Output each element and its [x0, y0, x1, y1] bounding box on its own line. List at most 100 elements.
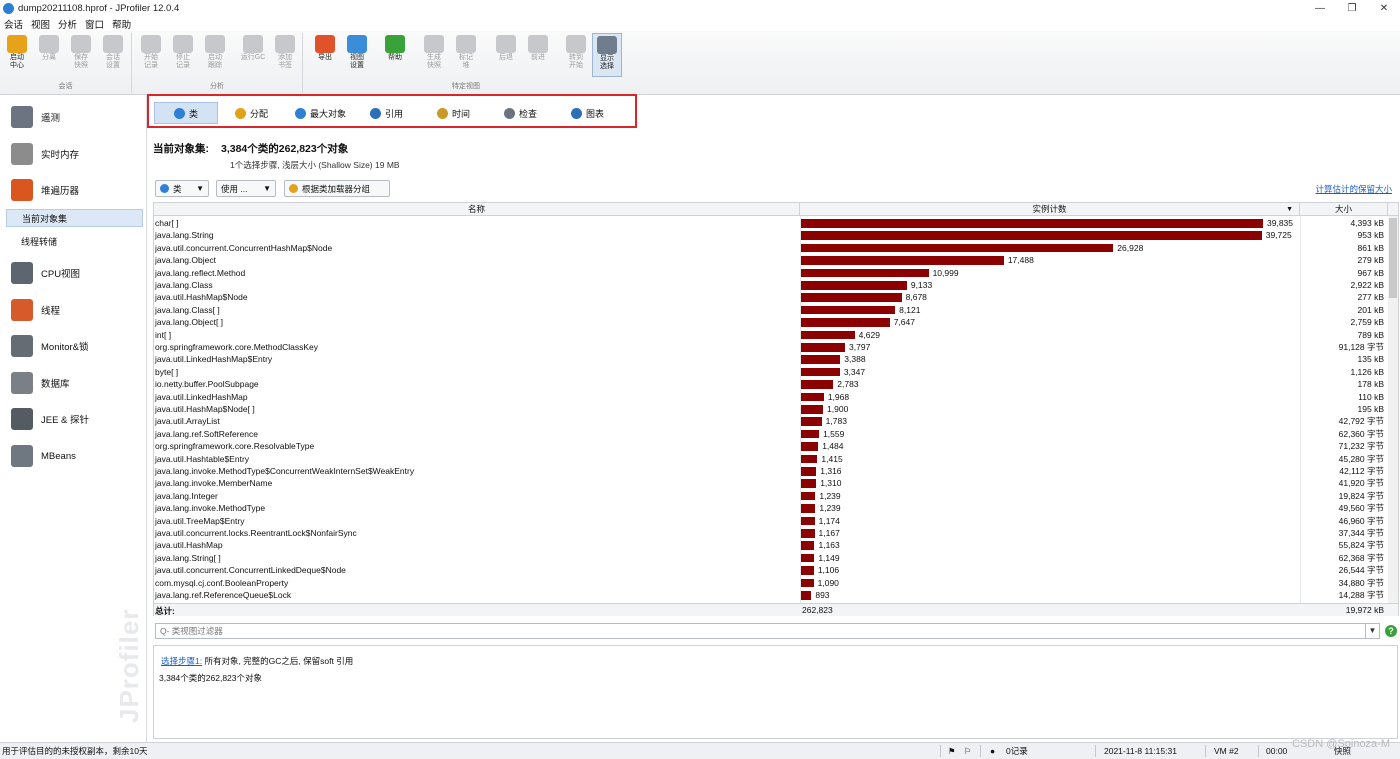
- table-row[interactable]: java.lang.invoke.MethodType 1,239 49,560 字…: [154, 502, 1386, 514]
- close-button[interactable]: ✕: [1368, 0, 1400, 17]
- table-row[interactable]: java.lang.ref.ReferenceQueue$Lock 893 14,2…: [154, 589, 1386, 601]
- add-bookmark-button[interactable]: 添加 书签: [270, 33, 300, 77]
- table-row[interactable]: java.util.HashMap 1,163 55,824 字节: [154, 539, 1386, 551]
- selection-step-link[interactable]: 选择步骤1:: [161, 656, 202, 666]
- table-row[interactable]: java.util.ArrayList 1,783 42,792 字节: [154, 415, 1386, 427]
- go-to-start-button[interactable]: 转到 开始: [561, 33, 591, 77]
- table-row[interactable]: java.util.LinkedHashMap 1,968 110 kB: [154, 391, 1386, 403]
- table-row[interactable]: java.lang.Class[ ] 8,121 201 kB: [154, 304, 1386, 316]
- maximize-button[interactable]: ❐: [1336, 0, 1368, 17]
- toolbar-button-label: 导出: [318, 54, 332, 61]
- table-row[interactable]: io.netty.buffer.PoolSubpage 2,783 178 kB: [154, 378, 1386, 390]
- tab-graph[interactable]: 图表: [571, 102, 604, 124]
- instance-count-bar: [801, 293, 902, 302]
- tab-references[interactable]: 引用: [370, 102, 403, 124]
- start-recording-button[interactable]: 开始 记录: [136, 33, 166, 77]
- menu-window[interactable]: 窗口: [81, 17, 108, 31]
- table-row[interactable]: char[ ] 39,835 4,393 kB: [154, 217, 1386, 229]
- table-row[interactable]: int[ ] 4,629 789 kB: [154, 329, 1386, 341]
- sidebar-item-mbeans[interactable]: MBeans: [0, 439, 146, 473]
- session-settings-icon: [103, 35, 123, 53]
- sidebar-item-live-memory[interactable]: 实时内存: [0, 137, 146, 171]
- table-row[interactable]: java.lang.String[ ] 1,149 62,368 字节: [154, 552, 1386, 564]
- sidebar-item-jee-probes[interactable]: JEE & 探针: [0, 402, 146, 436]
- session-settings-button[interactable]: 会话 设置: [98, 33, 128, 77]
- toolbar-button-label: 转到 开始: [569, 54, 583, 69]
- sidebar-item-monitors-locks[interactable]: Monitor&锁: [0, 329, 146, 363]
- start-center-button[interactable]: 启动 中心: [2, 33, 32, 77]
- take-snapshot-button[interactable]: 生成 快照: [419, 33, 449, 77]
- table-row[interactable]: java.lang.invoke.MemberName 1,310 41,920 字…: [154, 477, 1386, 489]
- sidebar-item-cpu-views[interactable]: CPU视图: [0, 256, 146, 290]
- calculate-retained-sizes-link[interactable]: 计算估计的保留大小: [1315, 183, 1392, 195]
- table-row[interactable]: byte[ ] 3,347 1,126 kB: [154, 366, 1386, 378]
- stop-recording-button[interactable]: 停止 记录: [168, 33, 198, 77]
- column-header-name[interactable]: 名称: [154, 203, 800, 216]
- flag-icon[interactable]: ⚐: [964, 743, 972, 759]
- mark-heap-button[interactable]: 标记 堆: [451, 33, 481, 77]
- group-by-classloader-button[interactable]: 根据类加载器分组: [284, 180, 390, 197]
- pin-icon[interactable]: ⚑: [948, 743, 956, 759]
- menu-view[interactable]: 视图: [27, 17, 54, 31]
- table-row[interactable]: java.lang.Integer 1,239 19,824 字节: [154, 490, 1386, 502]
- sidebar-subitem-current-object-set[interactable]: 当前对象集: [6, 209, 143, 227]
- help-icon[interactable]: ?: [1385, 625, 1397, 637]
- back-button[interactable]: 后退: [491, 33, 521, 77]
- sidebar-item-databases[interactable]: 数据库: [0, 366, 146, 400]
- start-tracking-button[interactable]: 启动 跟踪: [200, 33, 230, 77]
- sidebar-item-heap-walker[interactable]: 堆遍历器: [0, 173, 146, 207]
- table-row[interactable]: java.util.concurrent.ConcurrentLinkedDeq…: [154, 564, 1386, 576]
- menu-help[interactable]: 帮助: [108, 17, 135, 31]
- shallow-size-cell: 2,922 kB: [1350, 280, 1384, 290]
- group-by-classloader-label: 根据类加载器分组: [302, 183, 371, 194]
- tab-allocations[interactable]: 分配: [235, 102, 268, 124]
- table-row[interactable]: java.util.Hashtable$Entry 1,415 45,280 字节: [154, 453, 1386, 465]
- table-row[interactable]: java.util.concurrent.locks.ReentrantLock…: [154, 527, 1386, 539]
- run-gc-button[interactable]: 运行GC: [238, 33, 268, 77]
- table-row[interactable]: java.lang.Object 17,488 279 kB: [154, 254, 1386, 266]
- detach-button[interactable]: 分离: [34, 33, 64, 77]
- toolbar-button-label: 视图 设置: [350, 54, 364, 69]
- table-row[interactable]: java.lang.Object[ ] 7,647 2,759 kB: [154, 316, 1386, 328]
- tab-time[interactable]: 时间: [437, 102, 470, 124]
- help-button[interactable]: 帮助: [380, 33, 410, 77]
- tab-classes[interactable]: 类: [154, 102, 218, 124]
- save-snapshot-button[interactable]: 保存 快照: [66, 33, 96, 77]
- menu-analyze[interactable]: 分析: [54, 17, 81, 31]
- table-row[interactable]: java.util.HashMap$Node[ ] 1,900 195 kB: [154, 403, 1386, 415]
- view-settings-button[interactable]: 视图 设置: [342, 33, 372, 77]
- table-row[interactable]: org.springframework.core.ResolvableType 1…: [154, 440, 1386, 452]
- table-row[interactable]: java.util.concurrent.ConcurrentHashMap$N…: [154, 242, 1386, 254]
- show-selection-button[interactable]: 显示 选择: [592, 33, 622, 77]
- table-row[interactable]: java.util.LinkedHashMap$Entry 3,388 135 kB: [154, 353, 1386, 365]
- sidebar-item-telemetry[interactable]: 遥测: [0, 100, 146, 134]
- table-row[interactable]: java.lang.ref.SoftReference 1,559 62,360 字…: [154, 428, 1386, 440]
- shallow-size-cell: 2,759 kB: [1350, 317, 1384, 328]
- records-count: 0记录: [1006, 746, 1028, 756]
- table-row[interactable]: java.lang.invoke.MethodType$ConcurrentWe…: [154, 465, 1386, 477]
- chevron-down-icon[interactable]: ▼: [1365, 624, 1379, 638]
- table-row[interactable]: java.util.HashMap$Node 8,678 277 kB: [154, 291, 1386, 303]
- table-row[interactable]: java.lang.Class 9,133 2,922 kB: [154, 279, 1386, 291]
- table-row[interactable]: java.util.TreeMap$Entry 1,174 46,960 字节: [154, 515, 1386, 527]
- table-row[interactable]: com.mysql.cj.conf.BooleanProperty 1,090 34…: [154, 577, 1386, 589]
- tab-inspections[interactable]: 检查: [504, 102, 537, 124]
- table-row[interactable]: java.lang.reflect.Method 10,999 967 kB: [154, 267, 1386, 279]
- class-view-filter-input[interactable]: Q- 类视图过滤器 ▼: [155, 623, 1380, 639]
- scrollbar-thumb[interactable]: [1389, 218, 1397, 298]
- aggregation-dropdown[interactable]: 类 ▼: [155, 180, 209, 197]
- forward-button[interactable]: 前进: [523, 33, 553, 77]
- telemetry-icon: [11, 106, 33, 128]
- sidebar-item-threads[interactable]: 线程: [0, 293, 146, 327]
- usage-dropdown[interactable]: 使用 ... ▼: [216, 180, 276, 197]
- sidebar-subitem-thread-dumps[interactable]: 线程转储: [6, 233, 143, 251]
- table-row[interactable]: org.springframework.core.MethodClassKey 3…: [154, 341, 1386, 353]
- toolbar-button-label: 开始 记录: [144, 54, 158, 69]
- column-header-instance-count[interactable]: 实例计数 ▼: [800, 203, 1300, 216]
- tab-biggest-objects[interactable]: 最大对象: [295, 102, 346, 124]
- table-row[interactable]: java.lang.String 39,725 953 kB: [154, 229, 1386, 241]
- export-button[interactable]: 导出: [310, 33, 340, 77]
- column-header-size[interactable]: 大小: [1300, 203, 1388, 216]
- menu-session[interactable]: 会话: [0, 17, 27, 31]
- minimize-button[interactable]: —: [1304, 0, 1336, 17]
